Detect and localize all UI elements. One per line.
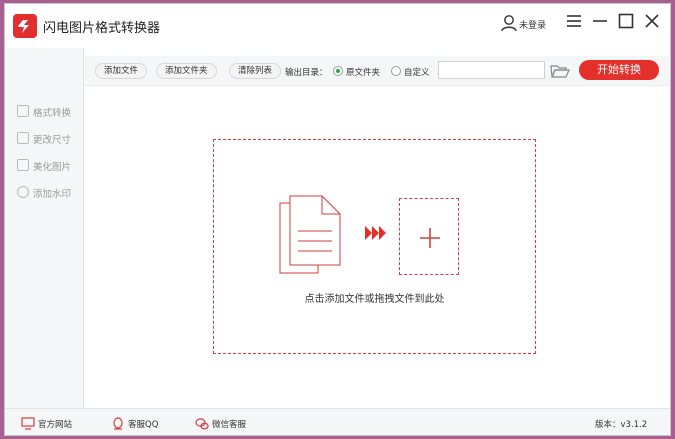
drop-hint-text: 点击添加文件或拖拽文件到此处 — [304, 294, 445, 305]
sidebar-item-label: 美化图片 — [33, 162, 72, 173]
watermark-icon — [17, 186, 29, 198]
maximize-icon[interactable] — [617, 12, 635, 30]
sidebar-item-watermark[interactable]: 添加水印 — [17, 185, 83, 201]
wechat-icon — [195, 418, 209, 430]
original-folder-radio[interactable] — [333, 66, 343, 76]
official-website-label: 官方网站 — [38, 420, 73, 430]
add-folder-button[interactable]: 添加文件夹 — [156, 63, 217, 79]
hamburger-menu-icon[interactable] — [565, 12, 583, 30]
title-bar: 闪电图片格式转换器 未登录 — [5, 4, 670, 48]
sidebar-item-resize[interactable]: 更改尺寸 — [17, 131, 83, 147]
file-drop-zone[interactable]: 点击添加文件或拖拽文件到此处 — [213, 139, 536, 354]
app-title: 闪电图片格式转换器 — [43, 21, 161, 36]
beautify-icon — [17, 159, 29, 171]
document-icon — [279, 195, 341, 274]
custom-folder-radio[interactable] — [391, 66, 401, 76]
sidebar: 格式转换 更改尺寸 美化图片 添加水印 — [5, 48, 84, 408]
add-file-target[interactable] — [399, 198, 459, 275]
toolbar: 添加文件 添加文件夹 清除列表 输出目录： 原文件夹 自定义 开始转换 — [85, 56, 670, 86]
custom-folder-label: 自定义 — [404, 68, 430, 78]
sidebar-item-label: 格式转换 — [33, 108, 72, 119]
resize-icon — [17, 132, 29, 144]
wechat-support-label: 微信客服 — [212, 420, 247, 430]
plus-icon — [420, 228, 440, 248]
lightning-logo-icon — [13, 14, 37, 38]
minimize-icon[interactable] — [591, 12, 609, 30]
original-folder-label: 原文件夹 — [346, 68, 381, 78]
output-path-input[interactable] — [438, 61, 545, 79]
add-file-button[interactable]: 添加文件 — [95, 63, 148, 79]
sidebar-item-format-convert[interactable]: 格式转换 — [17, 104, 83, 120]
close-icon[interactable] — [643, 12, 661, 30]
sidebar-item-beautify[interactable]: 美化图片 — [17, 158, 83, 174]
output-dir-label: 输出目录： — [285, 68, 328, 78]
start-convert-button[interactable]: 开始转换 — [579, 60, 659, 80]
triple-arrow-icon — [365, 226, 386, 240]
sidebar-item-label: 添加水印 — [33, 189, 72, 200]
status-bar: 官方网站 客服QQ 微信客服 版本：v3.1.2 — [5, 408, 670, 435]
qq-support-label: 客服QQ — [128, 420, 159, 430]
sidebar-item-label: 更改尺寸 — [33, 135, 72, 146]
format-convert-icon — [17, 105, 29, 117]
login-label: 未登录 — [519, 21, 547, 31]
user-icon — [501, 15, 517, 32]
app-window: 闪电图片格式转换器 未登录 格式转换 更改尺寸 美化图片 添加水印 添加文件 添… — [4, 3, 671, 436]
folder-open-icon[interactable] — [550, 63, 570, 79]
monitor-icon — [21, 417, 35, 430]
version-label: 版本：v3.1.2 — [595, 420, 648, 430]
qq-icon — [113, 417, 123, 430]
clear-list-button[interactable]: 清除列表 — [229, 63, 282, 79]
